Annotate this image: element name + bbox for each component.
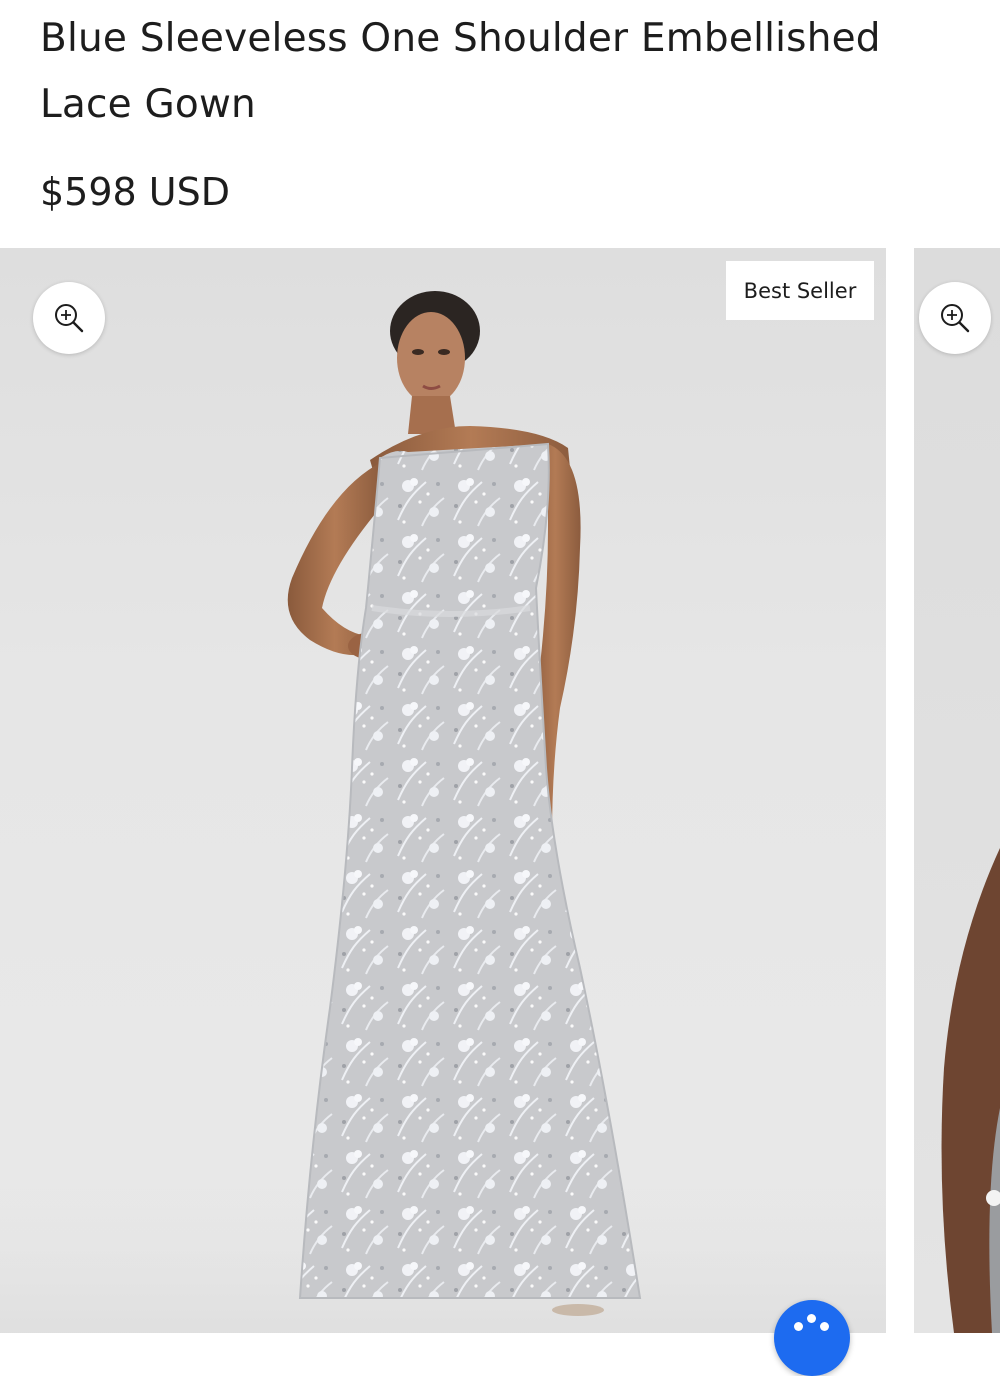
product-image-slide[interactable]: Best Seller <box>0 248 886 1333</box>
chat-icon-dot <box>820 1322 829 1331</box>
product-price: $598 USD <box>40 170 230 214</box>
chat-button[interactable] <box>774 1300 850 1376</box>
chat-icon <box>807 1314 816 1323</box>
zoom-in-icon <box>55 304 84 333</box>
next-product-image-slide[interactable] <box>914 248 1000 1333</box>
chat-icon-dot <box>794 1322 803 1331</box>
product-title: Blue Sleeveless One Shoulder Embellished… <box>40 16 881 127</box>
zoom-in-icon <box>941 304 970 333</box>
next-product-photo <box>941 848 1000 1333</box>
zoom-button-next[interactable] <box>919 282 991 354</box>
zoom-button[interactable] <box>33 282 105 354</box>
product-photo <box>0 291 886 1333</box>
best-seller-badge: Best Seller <box>726 261 874 320</box>
product-image-gallery[interactable]: Best Seller <box>0 248 1000 1333</box>
product-header: Blue Sleeveless One Shoulder Embellished… <box>0 0 1000 248</box>
